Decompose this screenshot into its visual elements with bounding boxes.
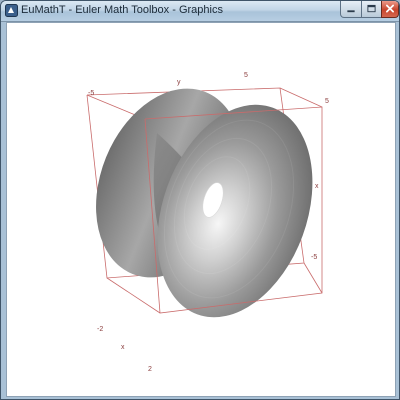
title-bar[interactable]: EuMathT - Euler Math Toolbox - Graphics	[1, 1, 399, 22]
label-right-bottom: -5	[311, 254, 317, 261]
label-top-left: -5	[88, 90, 94, 97]
graphics-window: EuMathT - Euler Math Toolbox - Graphics	[0, 0, 400, 400]
label-top-right: 5	[244, 72, 248, 79]
maximize-icon	[367, 4, 376, 13]
label-top-y: y	[177, 79, 181, 86]
label-right-top: 5	[325, 98, 329, 105]
label-bottom-left: -2	[97, 326, 103, 333]
label-bottom-z: 2	[148, 366, 152, 373]
graphics-canvas[interactable]: -5 y 5 5 x -5 -2 x 2	[6, 22, 396, 397]
close-icon	[386, 4, 394, 13]
maximize-button[interactable]	[361, 1, 382, 18]
label-right-x: x	[315, 183, 319, 190]
label-bottom-x: x	[121, 344, 125, 351]
window-title: EuMathT - Euler Math Toolbox - Graphics	[21, 4, 223, 16]
close-button[interactable]	[381, 1, 399, 18]
minimize-button[interactable]	[340, 1, 362, 18]
app-icon	[5, 4, 18, 17]
3d-plot: -5 y 5 5 x -5 -2 x 2	[86, 72, 329, 373]
minimize-icon	[347, 10, 355, 13]
